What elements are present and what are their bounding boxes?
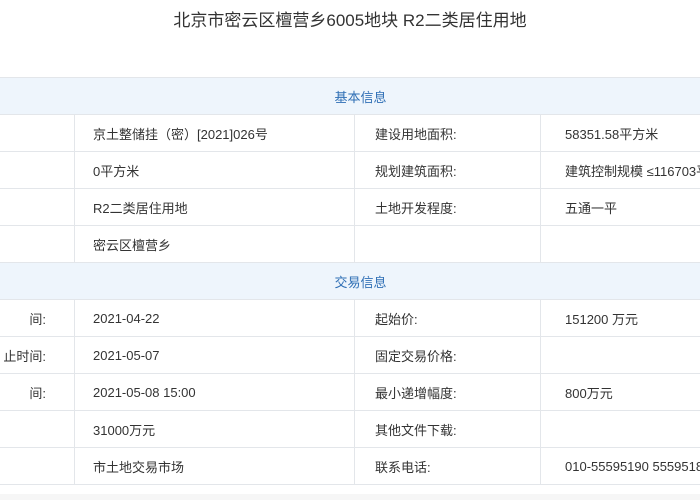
info-table: 基本信息 京土整储挂（密）[2021]026号 建设用地面积: 58351.58… — [0, 77, 700, 485]
field-label: 起始价: — [354, 299, 541, 337]
field-value: 市土地交易市场 — [74, 447, 355, 485]
field-label — [0, 151, 75, 189]
field-value: 58351.58平方米 — [539, 114, 700, 152]
field-value: 京土整储挂（密）[2021]026号 — [74, 114, 355, 152]
field-label: 止时间: — [0, 336, 75, 374]
field-label — [0, 114, 75, 152]
field-value — [539, 225, 700, 263]
table-row: R2二类居住用地 土地开发程度: 五通一平 — [0, 188, 700, 226]
field-value: 2021-04-22 — [74, 299, 355, 337]
field-label: 土地开发程度: — [354, 188, 541, 226]
field-label: 间: — [0, 299, 75, 337]
page-bottom-strip — [0, 494, 700, 500]
field-value — [539, 336, 700, 374]
field-value: 800万元 — [539, 373, 700, 411]
table-row: 止时间: 2021-05-07 固定交易价格: — [0, 336, 700, 374]
field-value: 2021-05-08 15:00 — [74, 373, 355, 411]
field-label: 联系电话: — [354, 447, 541, 485]
field-label: 固定交易价格: — [354, 336, 541, 374]
table-row: 市土地交易市场 联系电话: 010-55595190 5559518 — [0, 447, 700, 485]
section-title-basic: 基本信息 — [0, 77, 700, 115]
field-value: 密云区檀营乡 — [74, 225, 355, 263]
field-value: R2二类居住用地 — [74, 188, 355, 226]
table-row: 31000万元 其他文件下载: — [0, 410, 700, 448]
field-label — [354, 225, 541, 263]
field-value: 五通一平 — [539, 188, 700, 226]
field-label — [0, 447, 75, 485]
section-header-basic: 基本信息 — [0, 77, 700, 115]
section-title-trade: 交易信息 — [0, 262, 700, 300]
field-label: 最小递增幅度: — [354, 373, 541, 411]
table-row: 0平方米 规划建筑面积: 建筑控制规模 ≤116703平 — [0, 151, 700, 189]
field-label: 建设用地面积: — [354, 114, 541, 152]
field-value: 31000万元 — [74, 410, 355, 448]
field-label: 规划建筑面积: — [354, 151, 541, 189]
field-label: 其他文件下载: — [354, 410, 541, 448]
field-label — [0, 188, 75, 226]
listing-page: 北京市密云区檀营乡6005地块 R2二类居住用地 基本信息 京土整储挂（密）[2… — [0, 0, 700, 500]
field-value: 0平方米 — [74, 151, 355, 189]
table-row: 密云区檀营乡 — [0, 225, 700, 263]
table-row: 间: 2021-04-22 起始价: 151200 万元 — [0, 299, 700, 337]
section-header-trade: 交易信息 — [0, 262, 700, 300]
field-value: 2021-05-07 — [74, 336, 355, 374]
table-row: 京土整储挂（密）[2021]026号 建设用地面积: 58351.58平方米 — [0, 114, 700, 152]
field-label — [0, 410, 75, 448]
page-title: 北京市密云区檀营乡6005地块 R2二类居住用地 — [173, 11, 527, 30]
field-label: 间: — [0, 373, 75, 411]
field-value: 010-55595190 5559518 — [539, 447, 700, 485]
field-value: 151200 万元 — [539, 299, 700, 337]
table-row: 间: 2021-05-08 15:00 最小递增幅度: 800万元 — [0, 373, 700, 411]
field-value — [539, 410, 700, 448]
field-value: 建筑控制规模 ≤116703平 — [539, 151, 700, 189]
field-label — [0, 225, 75, 263]
